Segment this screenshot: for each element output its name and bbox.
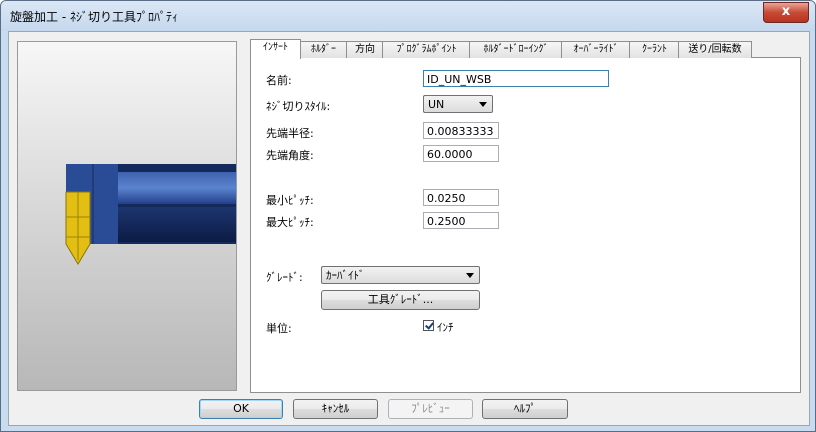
dialog-window: 旋盤加工 - ﾈｼﾞ切り工具ﾌﾟﾛﾊﾟﾃｨ x 名前: ID_UN_WSB ﾈｼ… — [0, 0, 816, 432]
name-input[interactable]: ID_UN_WSB — [423, 70, 609, 87]
tip-angle-input[interactable]: 60.0000 — [423, 145, 499, 162]
tab-holder[interactable]: ﾎﾙﾀﾞｰ — [299, 41, 348, 58]
thread-style-value: UN — [428, 98, 445, 111]
tab-program-point[interactable]: ﾌﾟﾛｸﾞﾗﾑﾎﾟｲﾝﾄ — [382, 41, 471, 58]
tab-direction[interactable]: 方向 — [346, 41, 384, 58]
tab-feed-speed[interactable]: 送り/回転数 — [678, 41, 752, 58]
max-pitch-label: 最大ﾋﾟｯﾁ: — [266, 216, 314, 229]
min-pitch-label: 最小ﾋﾟｯﾁ: — [266, 194, 314, 207]
grade-value: ｶｰﾊﾞｲﾄﾞ — [326, 269, 365, 282]
tab-insert[interactable]: ｲﾝｻｰﾄ — [250, 39, 301, 59]
thread-style-select[interactable]: UN — [423, 95, 493, 113]
name-label: 名前: — [266, 74, 292, 87]
tab-panel-insert: 名前: ID_UN_WSB ﾈｼﾞ切りｽﾀｲﾙ: UN 先端半径: 0.0083… — [250, 57, 801, 393]
holder-shank-bottom — [116, 207, 236, 242]
tab-coolant[interactable]: ｸｰﾗﾝﾄ — [629, 41, 680, 58]
tool-preview — [17, 41, 237, 391]
unit-label: 単位: — [266, 322, 292, 335]
help-button[interactable]: ﾍﾙﾌﾟ — [482, 399, 568, 419]
holder-shank-top — [116, 172, 236, 204]
preview-button[interactable]: ﾌﾟﾚﾋﾞｭｰ — [388, 399, 473, 419]
tip-angle-label: 先端角度: — [266, 149, 314, 162]
tab-override[interactable]: ｵｰﾊﾞｰﾗｲﾄﾞ — [561, 41, 631, 58]
unit-inch-checkbox[interactable] — [423, 320, 434, 331]
title-bar[interactable]: 旋盤加工 - ﾈｼﾞ切り工具ﾌﾟﾛﾊﾟﾃｨ x — [1, 1, 815, 31]
grade-select[interactable]: ｶｰﾊﾞｲﾄﾞ — [321, 266, 480, 284]
chevron-down-icon — [466, 273, 474, 278]
close-icon: x — [781, 4, 791, 19]
ok-button[interactable]: OK — [199, 399, 283, 419]
close-button[interactable]: x — [763, 2, 809, 23]
dialog-client: 名前: ID_UN_WSB ﾈｼﾞ切りｽﾀｲﾙ: UN 先端半径: 0.0083… — [8, 31, 810, 426]
min-pitch-input[interactable]: 0.0250 — [423, 189, 499, 206]
tip-radius-label: 先端半径: — [266, 127, 314, 140]
chevron-down-icon — [479, 102, 487, 107]
max-pitch-input[interactable]: 0.2500 — [423, 212, 499, 229]
tip-radius-input[interactable]: 0.00833333 — [423, 122, 499, 139]
tool-grade-button[interactable]: 工具ｸﾞﾚｰﾄﾞ... — [321, 290, 480, 310]
cancel-button[interactable]: ｷｬﾝｾﾙ — [293, 399, 378, 419]
tab-holder-drawing[interactable]: ﾎﾙﾀﾞｰﾄﾞﾛｰｲﾝｸﾞ — [469, 41, 563, 58]
tool-preview-graphic — [65, 164, 236, 265]
thread-style-label: ﾈｼﾞ切りｽﾀｲﾙ: — [266, 100, 331, 113]
grade-label: ｸﾞﾚｰﾄﾞ: — [266, 271, 303, 284]
unit-inch-label: ｲﾝﾁ — [437, 321, 454, 334]
window-title: 旋盤加工 - ﾈｼﾞ切り工具ﾌﾟﾛﾊﾟﾃｨ — [10, 10, 178, 24]
